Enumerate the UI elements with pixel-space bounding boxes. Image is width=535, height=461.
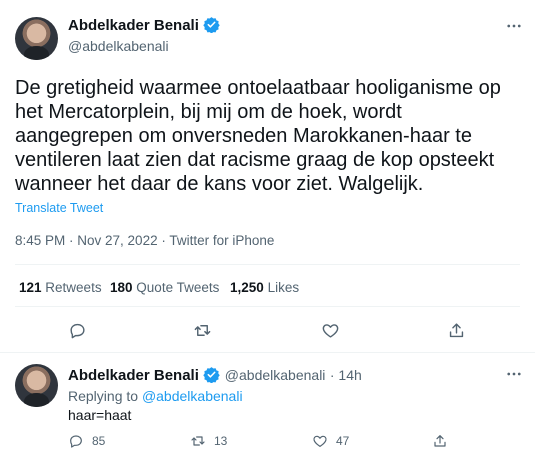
- divider: [15, 264, 520, 265]
- tweet-timestamp[interactable]: 8:45 PM · Nov 27, 2022 · Twitter for iPh…: [15, 233, 274, 248]
- likes-stat[interactable]: 1,250 Likes: [230, 280, 299, 295]
- likes-count: 1,250: [230, 280, 264, 295]
- author-name[interactable]: Abdelkader Benali: [68, 16, 220, 34]
- retweet-count: 13: [214, 434, 228, 448]
- reply-author-handle[interactable]: @abdelkabenali: [225, 367, 326, 383]
- share-button[interactable]: [447, 321, 466, 340]
- share-icon: [449, 323, 464, 338]
- retweets-count: 121: [19, 280, 42, 295]
- divider: [0, 352, 535, 353]
- replying-to: Replying to @abdelkabenali: [68, 387, 243, 405]
- author-handle[interactable]: @abdelkabenali: [68, 38, 169, 54]
- retweet-icon: [191, 436, 205, 446]
- verified-badge-icon: [203, 367, 221, 383]
- reply-share-button[interactable]: [432, 433, 448, 449]
- reply-icon: [70, 435, 82, 448]
- reply-button[interactable]: [68, 321, 87, 340]
- more-options-icon[interactable]: [503, 15, 525, 37]
- replying-to-prefix: Replying to: [68, 388, 139, 404]
- like-button[interactable]: [321, 321, 340, 340]
- divider: [15, 306, 520, 307]
- like-count: 47: [336, 434, 350, 448]
- reply-more-options-icon[interactable]: [503, 363, 525, 385]
- reply-author-name[interactable]: Abdelkader Benali: [68, 367, 199, 384]
- replying-to-handle[interactable]: @abdelkabenali: [142, 388, 243, 404]
- retweets-label: Retweets: [45, 280, 102, 295]
- reply-text: haar=haat: [68, 407, 132, 423]
- reply-reply-button[interactable]: 85: [68, 433, 105, 449]
- likes-label: Likes: [267, 280, 300, 295]
- reply-like-button[interactable]: 47: [312, 433, 349, 449]
- retweets-stat[interactable]: 121 Retweets: [19, 280, 102, 295]
- reply-icon: [70, 323, 85, 339]
- reply-count: 85: [92, 434, 106, 448]
- share-icon: [434, 435, 446, 447]
- tweet-text: De gretigheid waarmee ontoelaatbaar hool…: [15, 77, 501, 195]
- heart-icon: [322, 324, 339, 338]
- retweet-button[interactable]: [193, 321, 212, 340]
- quote-tweets-count: 180: [110, 280, 133, 295]
- reply-header: Abdelkader Benali @abdelkabenali · 14h: [68, 366, 362, 385]
- verified-badge-icon: [203, 17, 220, 33]
- quote-tweets-label: Quote Tweets: [136, 280, 220, 295]
- reply-retweet-button[interactable]: 13: [190, 433, 227, 449]
- reply-author-avatar[interactable]: [15, 364, 58, 407]
- reply-time[interactable]: · 14h: [330, 367, 362, 383]
- retweet-icon: [194, 325, 211, 336]
- heart-icon: [313, 435, 327, 447]
- author-name-text[interactable]: Abdelkader Benali: [68, 17, 199, 34]
- translate-tweet-link[interactable]: Translate Tweet: [15, 201, 103, 215]
- author-avatar[interactable]: [15, 17, 58, 60]
- quote-tweets-stat[interactable]: 180 Quote Tweets: [110, 280, 219, 295]
